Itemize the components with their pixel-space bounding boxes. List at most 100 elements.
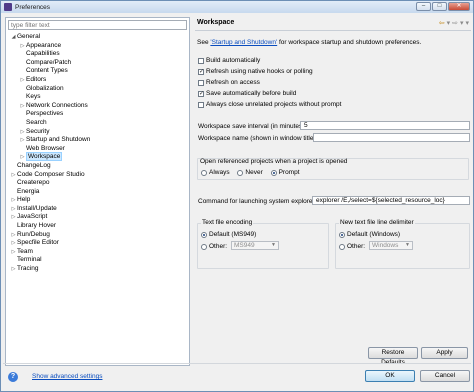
tree-item-tracing[interactable]: ▷ Tracing bbox=[6, 265, 189, 274]
eclipse-app-icon bbox=[4, 3, 12, 11]
tree-item-workspace[interactable]: ▷ Workspace bbox=[6, 152, 189, 162]
checkbox-box: ✓ bbox=[198, 68, 205, 75]
preference-tree-panel: ◢General▷AppearanceCapabilitiesCompare/P… bbox=[5, 17, 190, 366]
back-menu-icon[interactable]: ▾ bbox=[447, 19, 451, 27]
radio-prompt[interactable]: Prompt bbox=[270, 169, 300, 176]
tree-item-appearance[interactable]: ▷ Appearance bbox=[6, 42, 189, 51]
tree-item-label: Help bbox=[17, 196, 31, 204]
startup-shutdown-link[interactable]: 'Startup and Shutdown' bbox=[210, 39, 277, 46]
tree-item-label: Energia bbox=[17, 187, 40, 195]
delimiter-default-radio[interactable]: Default (Windows) bbox=[339, 231, 406, 240]
tree-item-code-composer-studio[interactable]: ▷ Code Composer Studio bbox=[6, 171, 189, 180]
refresh-native-hooks-checkbox[interactable]: ✓ Refresh using native hooks or polling bbox=[198, 68, 313, 75]
tree-item-label: JavaScript bbox=[17, 213, 48, 221]
tree-item-perspectives[interactable]: Perspectives bbox=[6, 110, 189, 119]
maximize-button[interactable]: □ bbox=[432, 2, 447, 11]
expand-right-icon[interactable]: ▷ bbox=[19, 42, 26, 51]
expand-right-icon[interactable]: ▷ bbox=[10, 265, 17, 274]
expand-down-icon[interactable]: ◢ bbox=[10, 33, 17, 42]
tree-item-content-types[interactable]: Content Types bbox=[6, 67, 189, 76]
refresh-on-access-checkbox[interactable]: Refresh on access bbox=[198, 79, 260, 86]
filter-input[interactable] bbox=[8, 20, 187, 30]
checkbox-box bbox=[198, 101, 204, 108]
expand-right-icon[interactable]: ▷ bbox=[10, 239, 17, 248]
forward-menu-icon[interactable]: ▾ bbox=[460, 19, 464, 27]
tree-item-capabilities[interactable]: Capabilities bbox=[6, 50, 189, 59]
expand-right-icon[interactable]: ▷ bbox=[10, 231, 17, 240]
tree-item-startup-and-shutdown[interactable]: ▷ Startup and Shutdown bbox=[6, 136, 189, 145]
expand-right-icon[interactable]: ▷ bbox=[10, 171, 17, 180]
workspace-page: Workspace ⇦ ▾ ⇨ ▾ ▾ See 'Startup and Shu… bbox=[195, 17, 471, 366]
tree-item-createrepo[interactable]: Createrepo bbox=[6, 179, 189, 188]
restore-defaults-button[interactable]: Restore Defaults bbox=[368, 347, 418, 366]
tree-item-compare-patch[interactable]: Compare/Patch bbox=[6, 59, 189, 68]
tree-item-label: Perspectives bbox=[26, 110, 64, 118]
ok-button[interactable]: OK bbox=[365, 370, 415, 382]
delimiter-other-radio[interactable]: Other: bbox=[339, 243, 371, 252]
show-advanced-settings-link[interactable]: Show advanced settings bbox=[32, 373, 102, 380]
tree-item-label: Compare/Patch bbox=[26, 58, 72, 66]
tree-item-javascript[interactable]: ▷ JavaScript bbox=[6, 213, 189, 222]
save-interval-input[interactable]: 5 bbox=[300, 121, 470, 130]
delimiter-other-select[interactable]: Windows ▼ bbox=[369, 241, 413, 250]
tree-item-energia[interactable]: Energia bbox=[6, 188, 189, 197]
tree-item-label: Content Types bbox=[26, 67, 68, 75]
encoding-other-radio[interactable]: Other: bbox=[201, 243, 233, 252]
tree-item-label: Tracing bbox=[17, 265, 39, 273]
help-icon[interactable]: ? bbox=[8, 372, 18, 382]
tree-item-security[interactable]: ▷ Security bbox=[6, 128, 189, 137]
encoding-other-select[interactable]: MS949 ▼ bbox=[231, 241, 279, 250]
close-unrelated-projects-checkbox[interactable]: Always close unrelated projects without … bbox=[198, 101, 341, 108]
menu-icon[interactable]: ▾ bbox=[465, 19, 469, 27]
tree-item-team[interactable]: ▷ Team bbox=[6, 248, 189, 257]
minimize-button[interactable]: – bbox=[416, 2, 431, 11]
forward-arrow-icon[interactable]: ⇨ bbox=[452, 19, 458, 27]
radio-never[interactable]: Never bbox=[237, 169, 263, 176]
tree-item-run-debug[interactable]: ▷ Run/Debug bbox=[6, 231, 189, 240]
tree-item-label: Createrepo bbox=[17, 179, 50, 187]
expand-right-icon[interactable]: ▷ bbox=[19, 102, 26, 111]
tree-item-specfile-editor[interactable]: ▷ Specfile Editor bbox=[6, 239, 189, 248]
expand-right-icon[interactable]: ▷ bbox=[10, 248, 17, 257]
tree-item-label: Startup and Shutdown bbox=[26, 136, 91, 144]
expand-right-icon[interactable]: ▷ bbox=[10, 213, 17, 222]
tree-item-network-connections[interactable]: ▷ Network Connections bbox=[6, 102, 189, 111]
tree-item-label: Web Browser bbox=[26, 144, 65, 152]
tree-item-install-update[interactable]: ▷ Install/Update bbox=[6, 205, 189, 214]
workspace-name-input[interactable] bbox=[313, 133, 470, 142]
open-referenced-options: Always Never Prompt bbox=[201, 169, 306, 178]
save-before-build-checkbox[interactable]: ✓ Save automatically before build bbox=[198, 90, 296, 97]
tree-item-library-hover[interactable]: Library Hover bbox=[6, 222, 189, 231]
chevron-down-icon: ▼ bbox=[405, 242, 410, 248]
expand-right-icon[interactable]: ▷ bbox=[19, 76, 26, 85]
encoding-default-radio[interactable]: Default (MS949) bbox=[201, 231, 262, 240]
tree-item-label: Keys bbox=[26, 93, 41, 101]
cancel-button[interactable]: Cancel bbox=[420, 370, 470, 382]
tree-item-label: Editors bbox=[26, 75, 47, 83]
tree-item-editors[interactable]: ▷ Editors bbox=[6, 76, 189, 85]
system-explorer-command-input[interactable]: explorer /E,/select=${selected_resource_… bbox=[312, 196, 470, 205]
back-arrow-icon[interactable]: ⇦ bbox=[439, 19, 445, 27]
close-window-button[interactable]: ✕ bbox=[448, 2, 470, 11]
build-automatically-checkbox[interactable]: Build automatically bbox=[198, 57, 260, 64]
expand-right-icon[interactable]: ▷ bbox=[19, 128, 26, 137]
expand-right-icon[interactable]: ▷ bbox=[19, 153, 26, 162]
tree-item-globalization[interactable]: Globalization bbox=[6, 85, 189, 94]
tree-item-label: Security bbox=[26, 127, 50, 135]
preferences-window: Preferences – □ ✕ ◢General▷AppearanceCap… bbox=[0, 0, 474, 392]
checkbox-box: ✓ bbox=[198, 90, 205, 97]
tree-item-changelog[interactable]: ChangeLog bbox=[6, 162, 189, 171]
tree-item-general[interactable]: ◢ General bbox=[6, 33, 189, 42]
expand-right-icon[interactable]: ▷ bbox=[10, 205, 17, 214]
tree-item-label: Run/Debug bbox=[17, 230, 50, 238]
tree-item-label: Install/Update bbox=[17, 204, 57, 212]
checkbox-box bbox=[198, 57, 204, 64]
tree-item-keys[interactable]: Keys bbox=[6, 93, 189, 102]
expand-right-icon[interactable]: ▷ bbox=[19, 136, 26, 145]
tree-item-search[interactable]: Search bbox=[6, 119, 189, 128]
expand-right-icon[interactable]: ▷ bbox=[10, 196, 17, 205]
tree-item-help[interactable]: ▷ Help bbox=[6, 196, 189, 205]
tree-item-terminal[interactable]: Terminal bbox=[6, 256, 189, 265]
radio-always[interactable]: Always bbox=[201, 169, 230, 176]
apply-button[interactable]: Apply bbox=[421, 347, 468, 359]
